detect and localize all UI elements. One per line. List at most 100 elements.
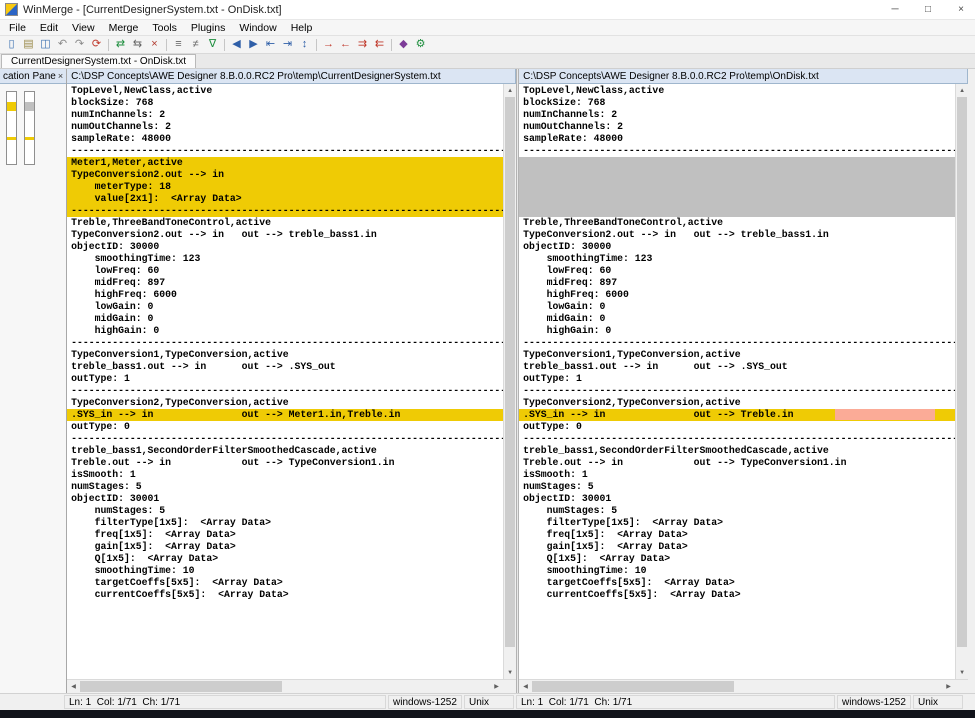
code-line[interactable]: .SYS_in --> in out --> Treble.in [519,409,955,421]
code-line[interactable]: midFreq: 897 [67,277,503,289]
first-diff-icon[interactable]: ⇤ [262,37,279,53]
separator-line[interactable]: ----------------------------------------… [67,205,503,217]
refresh-icon[interactable]: ⇄ [112,37,129,53]
separator-line[interactable]: ----------------------------------------… [519,337,955,349]
ghost-line[interactable] [519,205,955,217]
left-horizontal-scroll-thumb[interactable] [80,681,282,692]
copy-left-icon[interactable]: ← [337,37,354,53]
copy-right-icon[interactable]: → [320,37,337,53]
code-line[interactable]: outType: 0 [67,421,503,433]
code-line[interactable]: numOutChannels: 2 [519,121,955,133]
scroll-left-icon[interactable]: ◀ [67,680,80,693]
left-vertical-scroll-thumb[interactable] [505,97,515,647]
separator-line[interactable]: ----------------------------------------… [67,337,503,349]
code-line[interactable]: treble_bass1,SecondOrderFilterSmoothedCa… [519,445,955,457]
left-file-path-header[interactable]: C:\DSP Concepts\AWE Designer 8.B.0.0.RC2… [67,69,516,84]
menu-item-window[interactable]: Window [232,21,283,35]
code-line[interactable]: smoothingTime: 10 [519,565,955,577]
ghost-line[interactable] [519,169,955,181]
code-line[interactable]: Treble.out --> in out --> TypeConversion… [519,457,955,469]
code-line[interactable]: TypeConversion1,TypeConversion,active [519,349,955,361]
code-line[interactable]: Q[1x5]: <Array Data> [67,553,503,565]
code-line[interactable]: highGain: 0 [67,325,503,337]
redo-icon[interactable]: ↷ [71,37,88,53]
separator-line[interactable]: ----------------------------------------… [519,433,955,445]
code-line[interactable]: freq[1x5]: <Array Data> [67,529,503,541]
code-line[interactable]: outType: 1 [519,373,955,385]
code-line[interactable]: highGain: 0 [519,325,955,337]
code-line[interactable]: TypeConversion2.out --> in out --> trebl… [519,229,955,241]
minimize-button[interactable]: ─ [881,0,909,19]
separator-line[interactable]: ----------------------------------------… [67,145,503,157]
code-line[interactable]: TopLevel,NewClass,active [519,85,955,97]
code-line[interactable]: isSmooth: 1 [67,469,503,481]
tab-compare-file[interactable]: CurrentDesignerSystem.txt - OnDisk.txt [1,54,196,68]
right-vertical-scroll-thumb[interactable] [957,97,967,647]
code-line[interactable]: blockSize: 768 [67,97,503,109]
copy-all-left-icon[interactable]: ⇇ [371,37,388,53]
code-line[interactable]: numOutChannels: 2 [67,121,503,133]
code-line[interactable]: objectID: 30001 [519,493,955,505]
menu-item-file[interactable]: File [2,21,33,35]
code-line[interactable]: blockSize: 768 [519,97,955,109]
code-line[interactable]: objectID: 30000 [519,241,955,253]
scroll-right-icon[interactable]: ▶ [490,680,503,693]
ghost-line[interactable] [519,193,955,205]
next-diff-icon[interactable]: ▶ [245,37,262,53]
code-line[interactable]: .SYS_in --> in out --> Meter1.in,Treble.… [67,409,503,421]
code-line[interactable]: TypeConversion2.out --> in [67,169,503,181]
code-line[interactable]: value[2x1]: <Array Data> [67,193,503,205]
code-line[interactable]: meterType: 18 [67,181,503,193]
right-file-path-header[interactable]: C:\DSP Concepts\AWE Designer 8.B.0.0.RC2… [519,69,968,84]
location-map-right-bar[interactable] [24,91,35,165]
new-icon[interactable]: ▯ [3,37,20,53]
menu-item-view[interactable]: View [65,21,102,35]
code-line[interactable]: highFreq: 6000 [67,289,503,301]
code-line[interactable]: lowGain: 0 [519,301,955,313]
code-line[interactable]: highFreq: 6000 [519,289,955,301]
code-line[interactable]: numStages: 5 [67,505,503,517]
code-line[interactable]: objectID: 30000 [67,241,503,253]
code-line[interactable]: treble_bass1.out --> in out --> .SYS_out [67,361,503,373]
code-line[interactable]: outType: 1 [67,373,503,385]
code-line[interactable]: TopLevel,NewClass,active [67,85,503,97]
current-diff-icon[interactable]: ↕ [296,37,313,53]
code-line[interactable]: currentCoeffs[5x5]: <Array Data> [519,589,955,601]
code-line[interactable]: TypeConversion2,TypeConversion,active [519,397,955,409]
scroll-up-icon[interactable]: ▲ [956,84,968,97]
scroll-left-icon[interactable]: ◀ [519,680,532,693]
ghost-line[interactable] [519,181,955,193]
undo-icon[interactable]: ↶ [54,37,71,53]
code-line[interactable]: numStages: 5 [519,505,955,517]
code-line[interactable]: midFreq: 897 [519,277,955,289]
code-line[interactable]: Treble.out --> in out --> TypeConversion… [67,457,503,469]
code-line[interactable]: sampleRate: 48000 [67,133,503,145]
location-pane-close-icon[interactable]: × [58,71,63,81]
menu-item-tools[interactable]: Tools [145,21,184,35]
code-line[interactable]: numStages: 5 [519,481,955,493]
code-line[interactable]: gain[1x5]: <Array Data> [67,541,503,553]
plugins-icon[interactable]: ⚙ [412,37,429,53]
code-line[interactable]: TypeConversion2.out --> in out --> trebl… [67,229,503,241]
last-diff-icon[interactable]: ⇥ [279,37,296,53]
copy-all-right-icon[interactable]: ⇉ [354,37,371,53]
code-line[interactable]: filterType[1x5]: <Array Data> [519,517,955,529]
code-line[interactable]: TypeConversion2,TypeConversion,active [67,397,503,409]
code-line[interactable]: treble_bass1.out --> in out --> .SYS_out [519,361,955,373]
menu-item-help[interactable]: Help [284,21,320,35]
code-line[interactable]: numInChannels: 2 [519,109,955,121]
code-line[interactable]: numStages: 5 [67,481,503,493]
code-line[interactable]: TypeConversion1,TypeConversion,active [67,349,503,361]
open-icon[interactable]: ▤ [20,37,37,53]
swap-panes-icon[interactable]: ⇆ [129,37,146,53]
code-line[interactable]: smoothingTime: 10 [67,565,503,577]
code-line[interactable]: filterType[1x5]: <Array Data> [67,517,503,529]
save-icon[interactable]: ◫ [37,37,54,53]
code-line[interactable]: Q[1x5]: <Array Data> [519,553,955,565]
code-line[interactable]: smoothingTime: 123 [519,253,955,265]
code-line[interactable]: isSmooth: 1 [519,469,955,481]
code-line[interactable]: targetCoeffs[5x5]: <Array Data> [67,577,503,589]
code-line[interactable]: lowFreq: 60 [67,265,503,277]
code-line[interactable]: smoothingTime: 123 [67,253,503,265]
code-line[interactable]: midGain: 0 [67,313,503,325]
